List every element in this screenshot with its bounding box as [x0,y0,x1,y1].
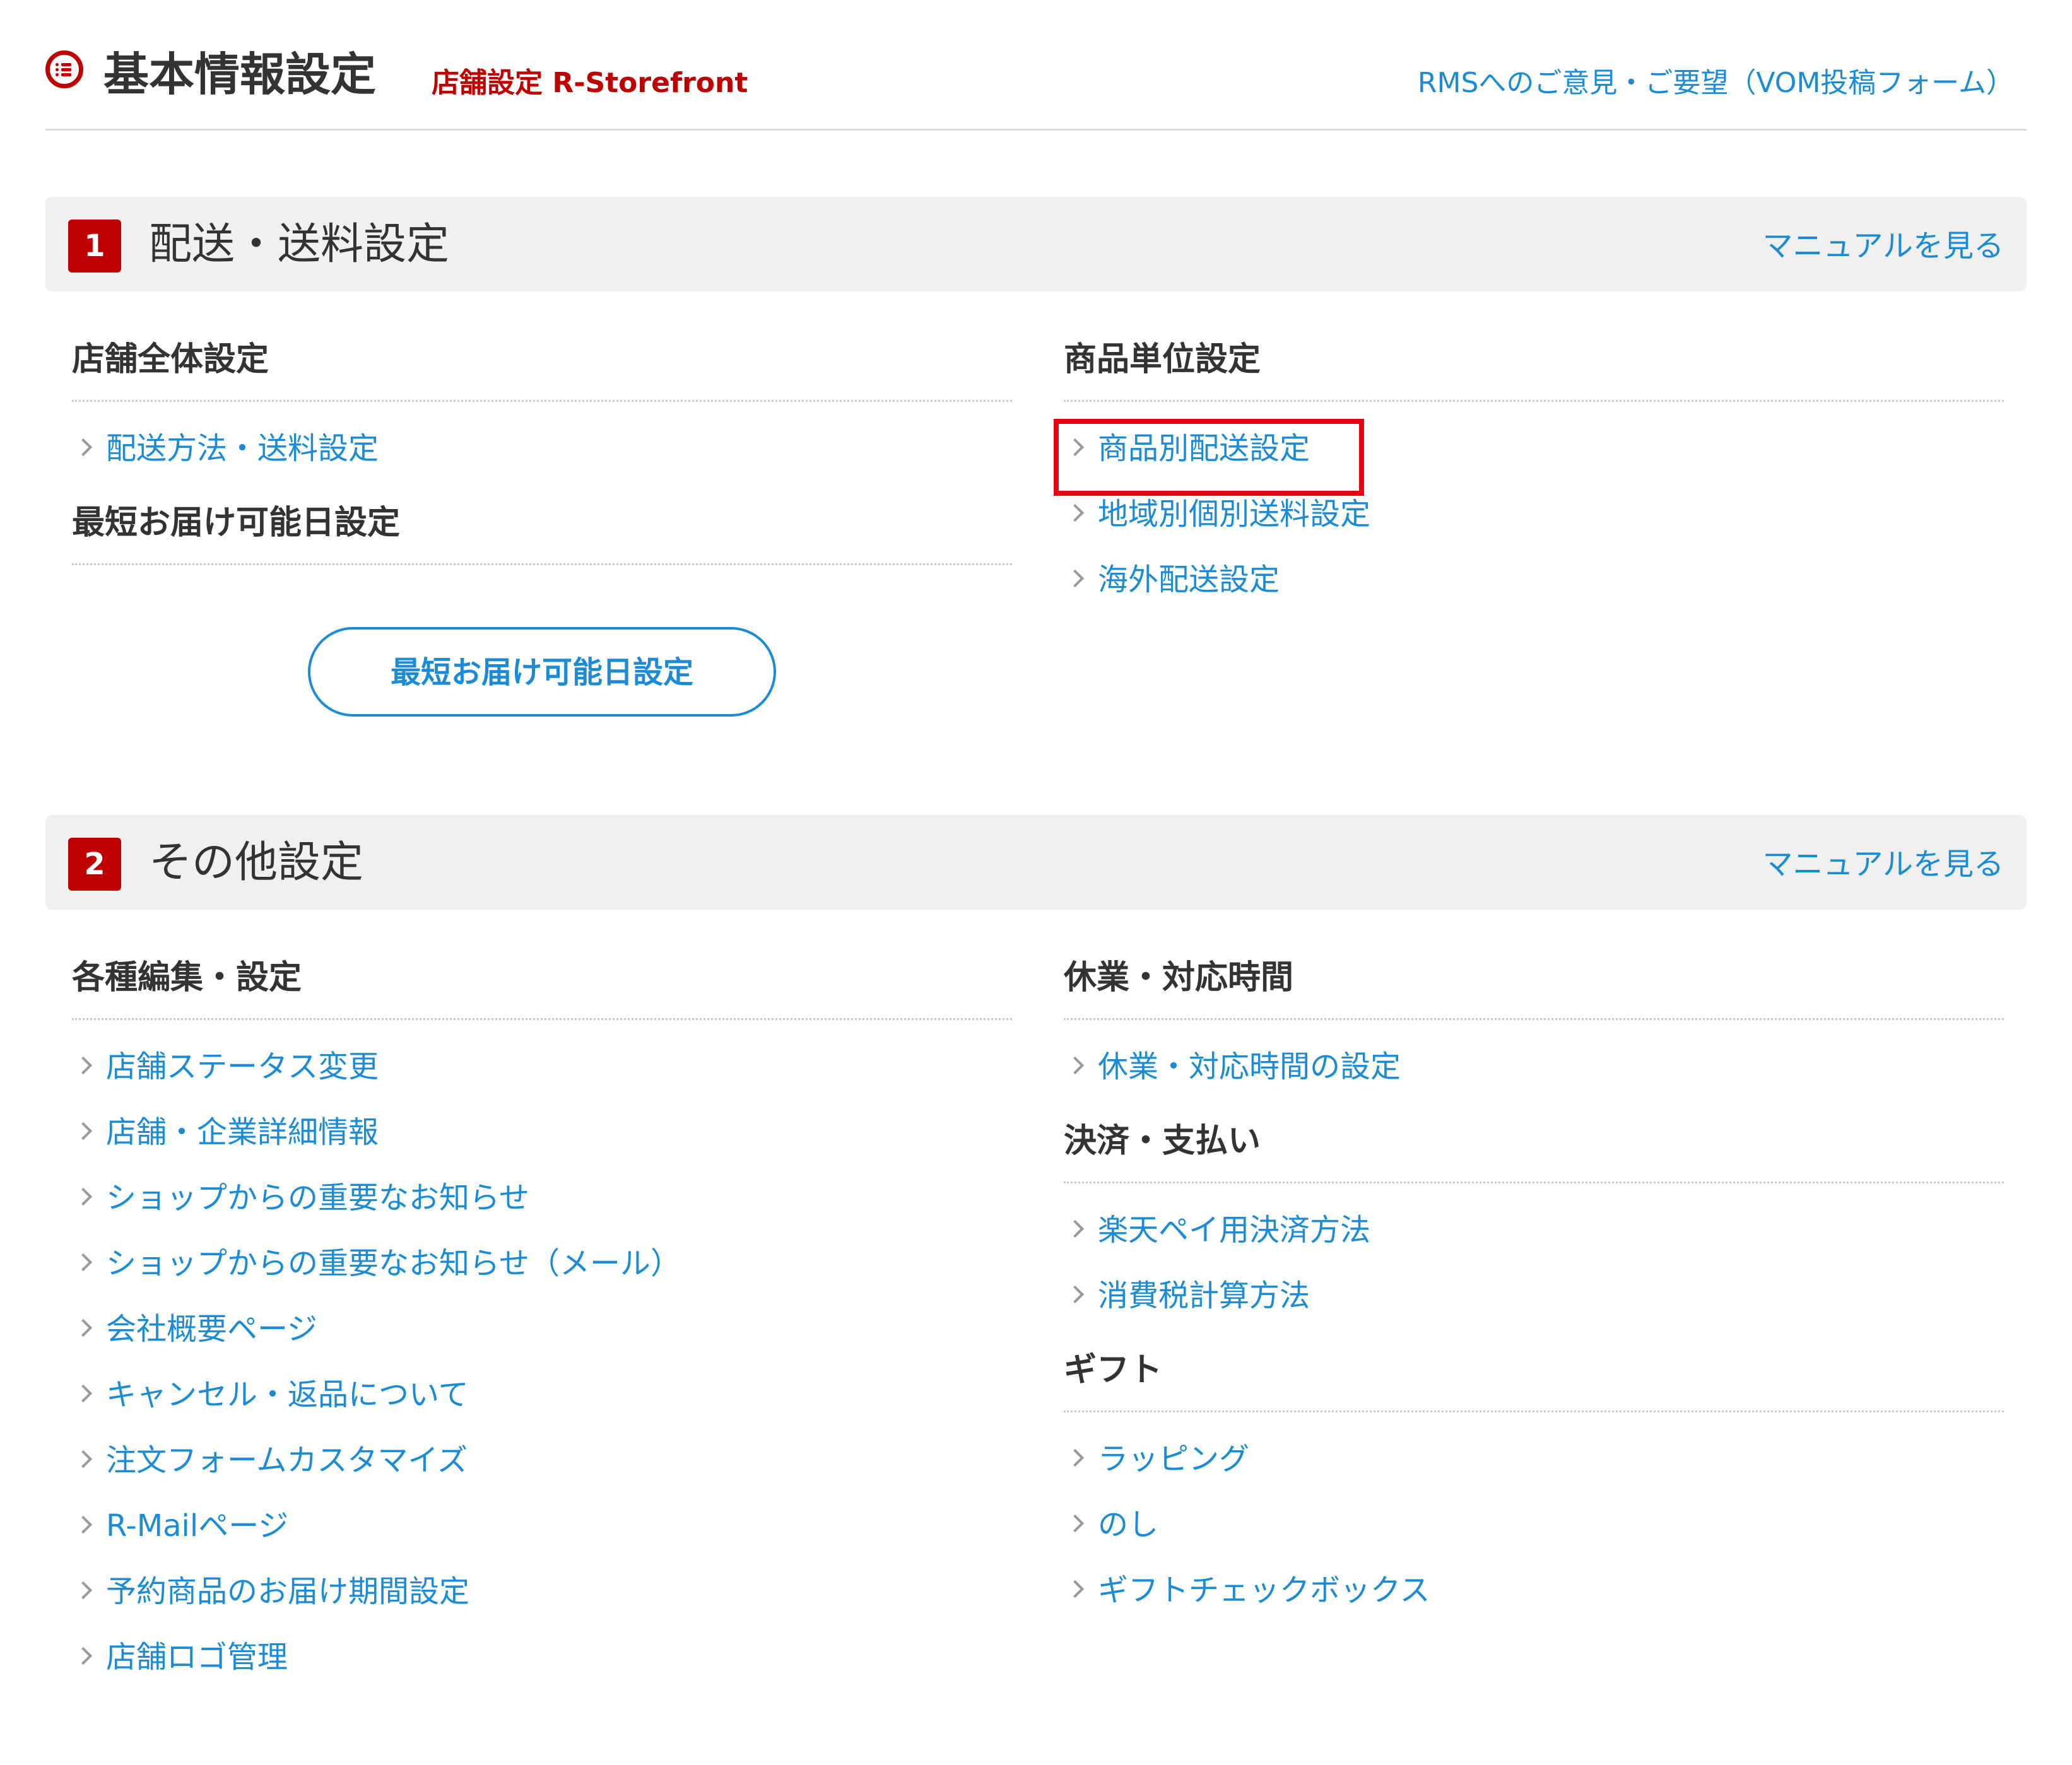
chevron-right-icon [1066,1285,1085,1304]
link-list: ラッピング のし ギフトチェックボックス [1064,1426,2004,1623]
link-item[interactable]: 消費税計算方法 [1064,1263,2004,1328]
section2-right-column: 休業・対応時間 休業・対応時間の設定 決済・支払い 楽天ペイ用決済方法 消費税計… [1064,955,2004,1642]
group-heading: 商品単位設定 [1064,337,2004,402]
chevron-right-icon [74,438,93,457]
link-item[interactable]: 店舗・企業詳細情報 [72,1099,1012,1165]
group-various-settings: 各種編集・設定 店舗ステータス変更 店舗・企業詳細情報 ショップからの重要なお知… [72,955,1012,1690]
link-item[interactable]: ギフトチェックボックス [1064,1557,2004,1623]
link-list: 楽天ペイ用決済方法 消費税計算方法 [1064,1197,2004,1328]
section1-right-column: 商品単位設定 商品別配送設定 地域別個別送料設定 海外配送設定 [1064,337,2004,631]
chevron-right-icon [1066,503,1085,522]
section2-left-column: 各種編集・設定 店舗ステータス変更 店舗・企業詳細情報 ショップからの重要なお知… [72,955,1012,1709]
link-item[interactable]: 楽天ペイ用決済方法 [1064,1197,2004,1263]
chevron-right-icon [1066,569,1085,588]
link-item[interactable]: 休業・対応時間の設定 [1064,1034,2004,1099]
manual-link[interactable]: マニュアルを見る [1762,226,2004,266]
link-item[interactable]: 予約商品のお届け期間設定 [72,1559,1012,1624]
section1-left-column: 店舗全体設定 配送方法・送料設定 最短お届け可能日設定 [72,337,1012,584]
group-per-item: 商品単位設定 商品別配送設定 地域別個別送料設定 海外配送設定 [1064,337,2004,613]
group-heading: 休業・対応時間 [1064,955,2004,1020]
group-gift: ギフト ラッピング のし ギフトチェックボックス [1064,1347,2004,1623]
section-title: その他設定 [149,838,364,888]
page-header: 基本情報設定 店舗設定 R-Storefront RMSへのご意見・ご要望（VO… [45,44,2027,131]
chevron-right-icon [1066,1448,1085,1467]
link-item[interactable]: キャンセル・返品について [72,1362,1012,1428]
chevron-right-icon [74,1646,93,1665]
group-store-wide: 店舗全体設定 配送方法・送料設定 [72,337,1012,481]
link-item[interactable]: 地域別個別送料設定 [1064,481,2004,547]
link-item[interactable]: ショップからの重要なお知らせ（メール） [72,1231,1012,1296]
chevron-right-icon [1066,1514,1085,1533]
link-item-per-item-shipping[interactable]: 商品別配送設定 [1064,416,2004,481]
chevron-right-icon [74,1450,93,1469]
link-item[interactable]: のし [1064,1492,2004,1557]
section-bar-shipping: 1 配送・送料設定 マニュアルを見る [45,197,2027,291]
link-item[interactable]: 配送方法・送料設定 [72,416,1012,481]
section-title: 配送・送料設定 [149,220,450,269]
chevron-right-icon [1066,438,1085,457]
list-circle-icon [45,50,83,88]
chevron-right-icon [74,1122,93,1141]
section-bar-other: 2 その他設定 マニュアルを見る [45,815,2027,910]
chevron-right-icon [74,1581,93,1600]
link-list: 店舗ステータス変更 店舗・企業詳細情報 ショップからの重要なお知らせ ショップか… [72,1034,1012,1690]
feedback-link[interactable]: RMSへのご意見・ご要望（VOM投稿フォーム） [1418,64,2014,102]
link-item[interactable]: 店舗ロゴ管理 [72,1624,1012,1690]
link-item[interactable]: 店舗ステータス変更 [72,1034,1012,1099]
link-list: 商品別配送設定 地域別個別送料設定 海外配送設定 [1064,416,2004,613]
earliest-delivery-button[interactable]: 最短お届け可能日設定 [308,627,776,717]
link-item[interactable]: ラッピング [1064,1426,2004,1492]
page-subtitle: 店舗設定 R-Storefront [432,67,748,99]
link-list: 休業・対応時間の設定 [1064,1034,2004,1099]
chevron-right-icon [74,1384,93,1403]
chevron-right-icon [74,1318,93,1337]
chevron-right-icon [74,1056,93,1075]
link-item[interactable]: R-Mailページ [72,1493,1012,1559]
group-closure-hours: 休業・対応時間 休業・対応時間の設定 [1064,955,2004,1099]
group-heading: 最短お届け可能日設定 [72,500,1012,565]
section-number-badge: 1 [68,220,121,273]
page-title: 基本情報設定 [103,48,377,101]
manual-link[interactable]: マニュアルを見る [1762,844,2004,884]
group-heading: 店舗全体設定 [72,337,1012,402]
link-item[interactable]: 注文フォームカスタマイズ [72,1428,1012,1493]
group-heading: ギフト [1064,1347,2004,1412]
chevron-right-icon [1066,1219,1085,1238]
link-item[interactable]: 海外配送設定 [1064,547,2004,613]
group-earliest-delivery: 最短お届け可能日設定 [72,500,1012,565]
group-payment: 決済・支払い 楽天ペイ用決済方法 消費税計算方法 [1064,1118,2004,1328]
group-heading: 各種編集・設定 [72,955,1012,1020]
chevron-right-icon [74,1187,93,1206]
link-item[interactable]: ショップからの重要なお知らせ [72,1165,1012,1231]
chevron-right-icon [1066,1580,1085,1598]
chevron-right-icon [1066,1056,1085,1075]
chevron-right-icon [74,1253,93,1272]
link-item[interactable]: 会社概要ページ [72,1296,1012,1362]
link-list: 配送方法・送料設定 [72,416,1012,481]
chevron-right-icon [74,1515,93,1534]
section-number-badge: 2 [68,838,121,891]
group-heading: 決済・支払い [1064,1118,2004,1183]
